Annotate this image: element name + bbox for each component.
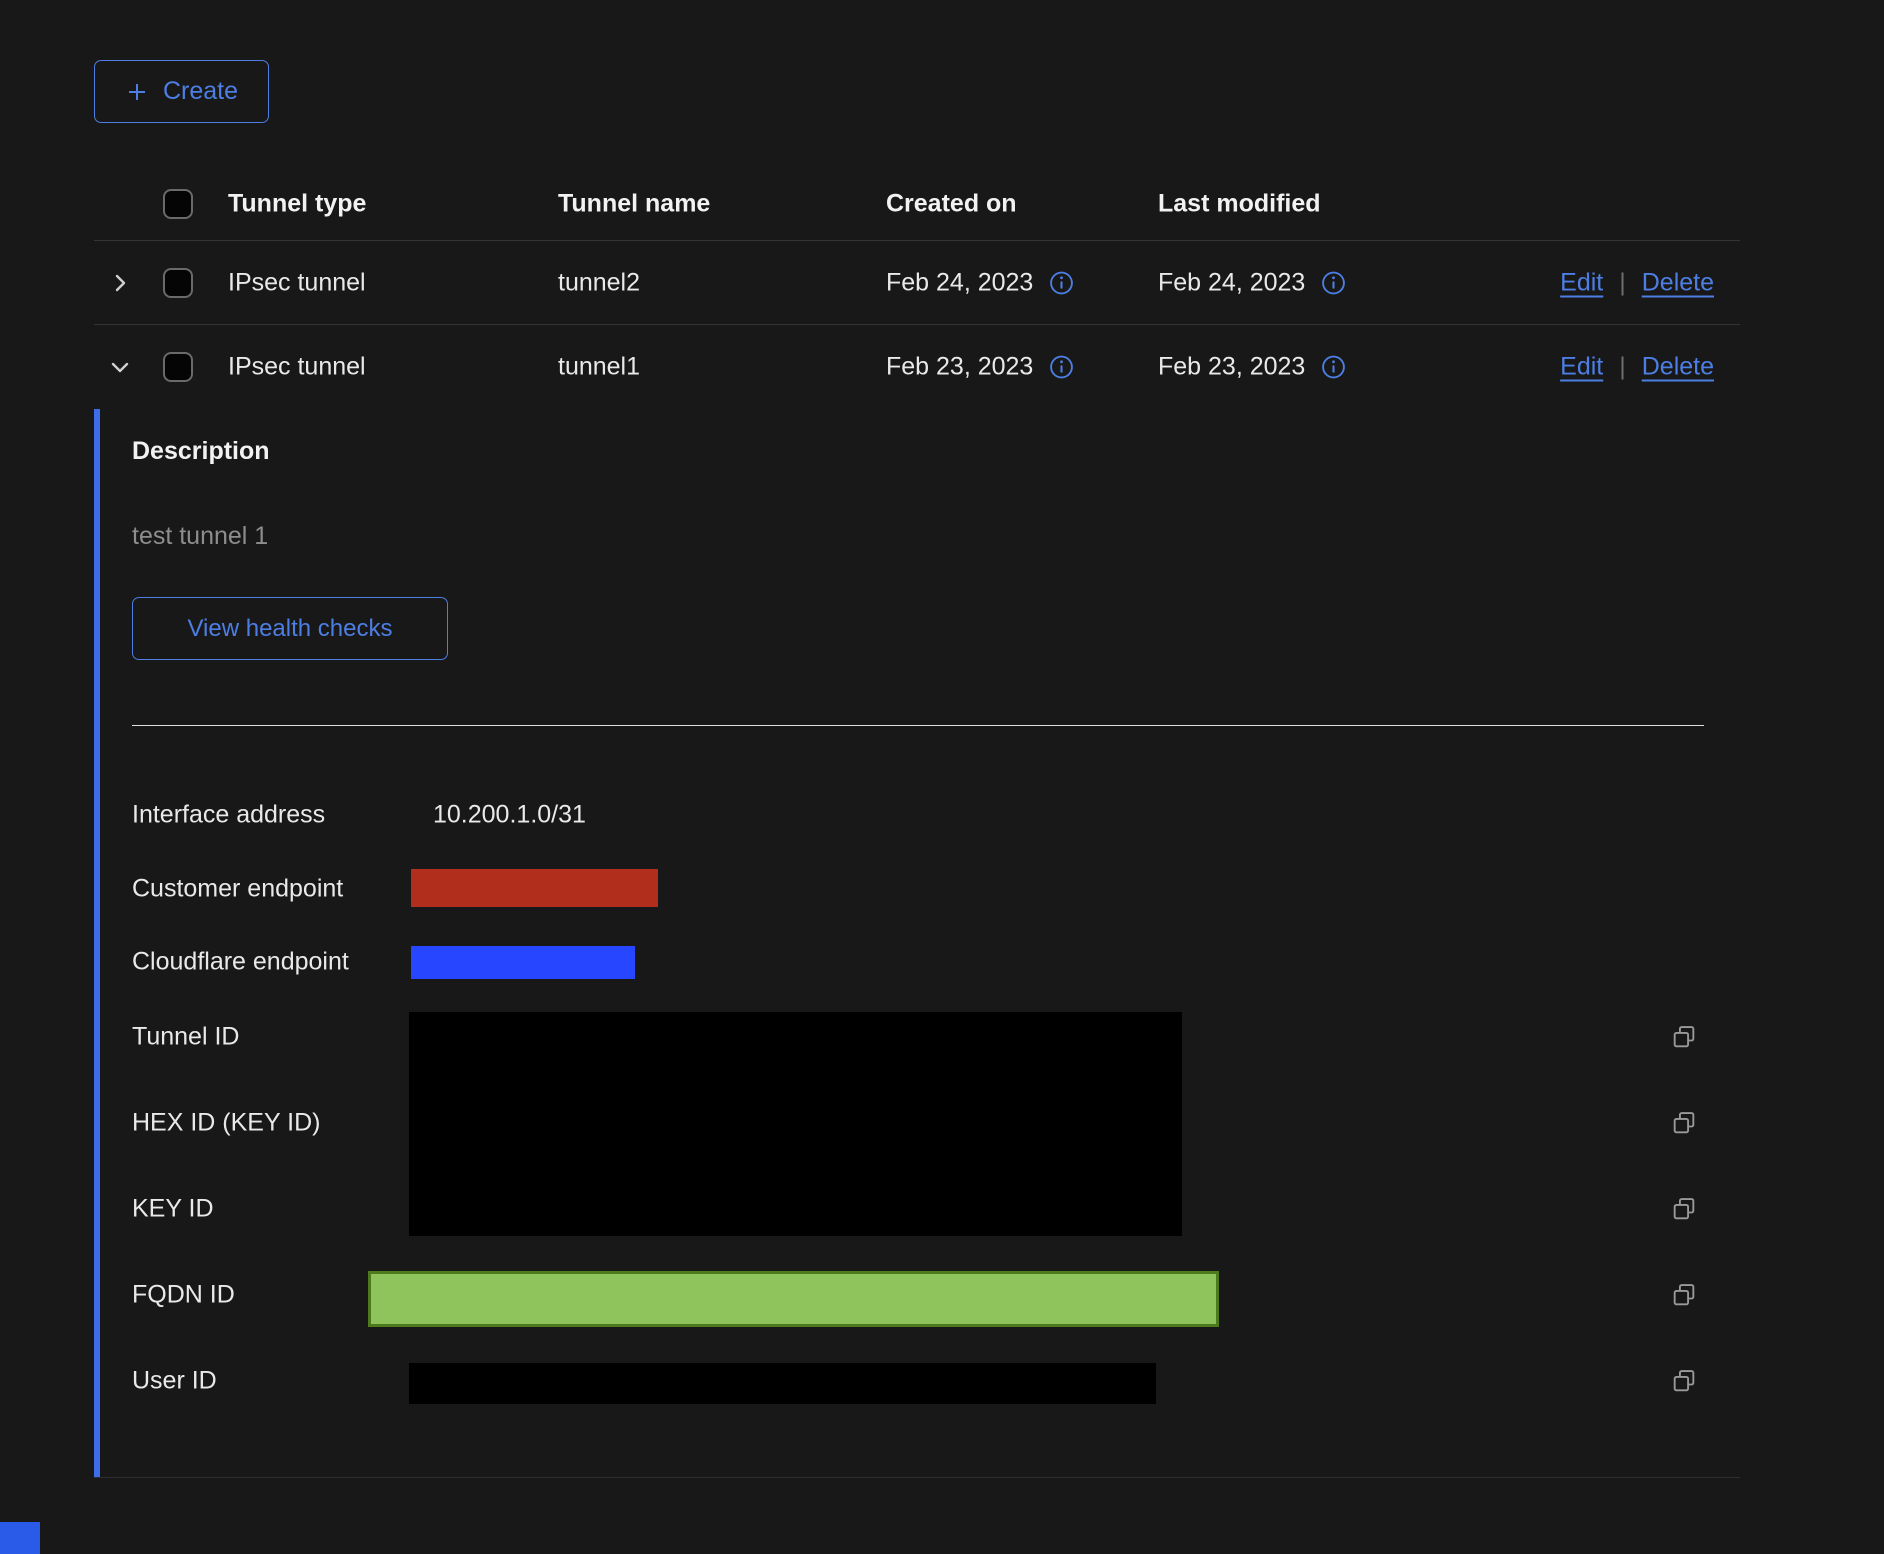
select-all-checkbox[interactable] xyxy=(163,189,193,219)
key-id-label: KEY ID xyxy=(132,1195,214,1224)
created-on-info-button[interactable] xyxy=(1049,355,1074,380)
view-health-checks-button[interactable]: View health checks xyxy=(132,597,448,660)
action-separator: | xyxy=(1619,353,1626,382)
column-header-created-on: Created on xyxy=(886,190,1017,219)
created-on-value: Feb 23, 2023 xyxy=(886,353,1033,382)
cloudflare-endpoint-redacted-value xyxy=(411,946,635,979)
copy-icon xyxy=(1670,1195,1698,1223)
copy-user-id-button[interactable] xyxy=(1669,1367,1699,1397)
user-id-label: User ID xyxy=(132,1367,217,1396)
create-button[interactable]: Create xyxy=(94,60,269,123)
description-label: Description xyxy=(132,437,270,466)
delete-link[interactable]: Delete xyxy=(1642,353,1714,382)
copy-icon xyxy=(1670,1281,1698,1309)
last-modified-value: Feb 23, 2023 xyxy=(1158,353,1305,382)
last-modified-info-button[interactable] xyxy=(1321,355,1346,380)
tunnel-name-value: tunnel2 xyxy=(558,268,640,297)
cloudflare-endpoint-label: Cloudflare endpoint xyxy=(132,948,349,977)
panel-accent-bar xyxy=(94,409,100,1477)
info-icon xyxy=(1049,355,1074,380)
copy-icon xyxy=(1670,1367,1698,1395)
info-icon xyxy=(1321,355,1346,380)
fqdn-id-redacted-value xyxy=(368,1271,1219,1327)
info-icon xyxy=(1321,270,1346,295)
customer-endpoint-redacted-value xyxy=(411,869,658,907)
hex-id-label: HEX ID (KEY ID) xyxy=(132,1109,320,1138)
tunnel-id-redacted-value xyxy=(409,1012,1182,1236)
expand-row-button[interactable] xyxy=(102,265,138,301)
edit-link[interactable]: Edit xyxy=(1560,353,1603,382)
tunnel-detail-panel: Description test tunnel 1 View health ch… xyxy=(94,409,1740,1478)
copy-tunnel-id-button[interactable] xyxy=(1669,1023,1699,1053)
description-value: test tunnel 1 xyxy=(132,522,268,551)
table-row: IPsec tunnel tunnel2 Feb 24, 2023 Feb 24… xyxy=(94,241,1740,325)
tunnel-id-label: Tunnel ID xyxy=(132,1023,239,1052)
row-checkbox[interactable] xyxy=(163,352,193,382)
tunnels-table: Tunnel type Tunnel name Created on Last … xyxy=(94,168,1740,409)
edit-link[interactable]: Edit xyxy=(1560,268,1603,297)
copy-icon xyxy=(1670,1109,1698,1137)
created-on-info-button[interactable] xyxy=(1049,270,1074,295)
column-header-tunnel-name: Tunnel name xyxy=(558,190,710,219)
last-modified-value: Feb 24, 2023 xyxy=(1158,268,1305,297)
bottom-left-accent xyxy=(0,1522,40,1554)
table-header-row: Tunnel type Tunnel name Created on Last … xyxy=(94,168,1740,241)
section-divider xyxy=(132,725,1704,726)
column-header-last-modified: Last modified xyxy=(1158,190,1321,219)
interface-address-label: Interface address xyxy=(132,801,325,830)
copy-icon xyxy=(1670,1023,1698,1051)
tunnel-type-value: IPsec tunnel xyxy=(228,353,366,382)
create-button-label: Create xyxy=(163,77,238,106)
created-on-value: Feb 24, 2023 xyxy=(886,268,1033,297)
row-checkbox[interactable] xyxy=(163,268,193,298)
column-header-tunnel-type: Tunnel type xyxy=(228,190,366,219)
copy-key-id-button[interactable] xyxy=(1669,1195,1699,1225)
tunnel-type-value: IPsec tunnel xyxy=(228,268,366,297)
info-icon xyxy=(1049,270,1074,295)
collapse-row-button[interactable] xyxy=(102,349,138,385)
last-modified-info-button[interactable] xyxy=(1321,270,1346,295)
plus-icon xyxy=(125,80,149,104)
chevron-right-icon xyxy=(108,271,132,295)
customer-endpoint-label: Customer endpoint xyxy=(132,875,343,904)
user-id-redacted-value xyxy=(409,1363,1156,1404)
interface-address-value: 10.200.1.0/31 xyxy=(433,801,586,830)
delete-link[interactable]: Delete xyxy=(1642,268,1714,297)
action-separator: | xyxy=(1619,268,1626,297)
table-row: IPsec tunnel tunnel1 Feb 23, 2023 Feb 23… xyxy=(94,325,1740,409)
fqdn-id-label: FQDN ID xyxy=(132,1281,235,1310)
copy-fqdn-id-button[interactable] xyxy=(1669,1281,1699,1311)
tunnel-name-value: tunnel1 xyxy=(558,353,640,382)
copy-hex-id-button[interactable] xyxy=(1669,1109,1699,1139)
chevron-down-icon xyxy=(108,355,132,379)
